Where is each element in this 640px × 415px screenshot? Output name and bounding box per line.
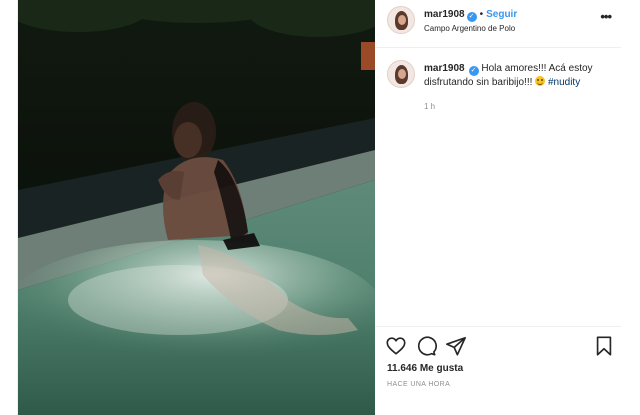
comment-icon[interactable] [415,335,437,357]
location-link[interactable]: Campo Argentino de Polo [424,24,515,33]
header-user-row: mar1908 ✓ • Seguir [424,9,517,22]
caption-time-ago: 1 h [424,102,436,111]
hashtag-link[interactable]: #nudity [548,77,580,88]
post-timestamp: HACE UNA HORA [387,381,451,388]
caption-text: mar1908 ✓ Hola amores!!! Acá estoy disfru… [424,62,614,90]
verified-badge-icon: ✓ [466,12,477,22]
username-link[interactable]: mar1908 [424,9,465,20]
avatar-face [398,69,406,79]
avatar[interactable] [387,6,415,34]
caption-username-link[interactable]: mar1908 [424,63,465,74]
smiley-emoji-icon [535,76,546,86]
caption-avatar[interactable] [387,60,415,88]
actions-bar: 11.646 Me gusta HACE UNA HORA [375,326,621,415]
more-options-icon[interactable]: ••• [600,9,612,24]
instagram-post: mar1908 ✓ • Seguir Campo Argentino de Polo … [17,0,621,415]
bookmark-icon[interactable] [593,335,615,357]
separator-dot: • [479,9,484,20]
post-photo[interactable] [18,0,375,415]
likes-count[interactable]: 11.646 Me gusta [387,363,463,374]
follow-button[interactable]: Seguir [486,9,517,20]
post-sidebar: mar1908 ✓ • Seguir Campo Argentino de Polo … [375,0,621,415]
pool-night-photo [18,0,375,415]
share-icon[interactable] [445,335,467,357]
avatar-face [398,15,406,25]
heart-icon[interactable] [385,335,407,357]
verified-badge-icon: ✓ [468,66,479,76]
post-header: mar1908 ✓ • Seguir Campo Argentino de Polo … [375,0,621,48]
